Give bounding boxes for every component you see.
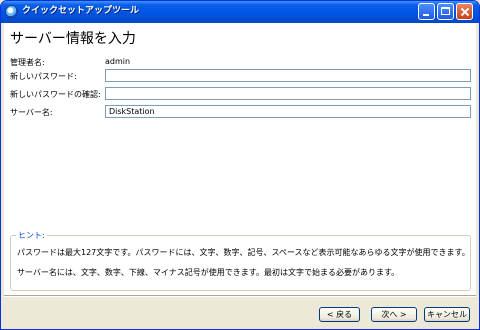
minimize-button[interactable]	[418, 3, 435, 20]
hint-box: ヒント: パスワードは最大127文字です。パスワードには、文字、数字、記号、スペ…	[10, 230, 471, 291]
hint-password-text: パスワードは最大127文字です。パスワードには、文字、数字、記号、スペースなど表…	[17, 248, 470, 257]
admin-label: 管理者名:	[10, 58, 45, 67]
confirm-password-field[interactable]	[105, 87, 471, 100]
new-password-label: 新しいパスワード:	[10, 72, 77, 81]
hint-server-name-text: サーバー名には、文字、数字、下線、マイナス記号が使用できます。最初は文字で始まる…	[17, 268, 400, 277]
admin-value: admin	[105, 57, 131, 66]
cancel-button[interactable]: キャンセル	[424, 307, 470, 322]
footer-divider	[4, 295, 476, 297]
minimize-icon	[423, 14, 429, 16]
new-password-field[interactable]	[105, 69, 471, 82]
maximize-icon	[441, 7, 450, 15]
setup-window: クイックセットアップツール サーバー情報を入力 管理者名: admin 新しいパ…	[0, 0, 480, 330]
back-button[interactable]: < 戻る	[319, 307, 360, 322]
page-title: サーバー情報を入力	[10, 31, 136, 47]
server-name-field[interactable]: DiskStation	[105, 105, 471, 118]
next-button[interactable]: 次へ >	[371, 307, 417, 322]
close-button[interactable]	[456, 3, 473, 20]
server-name-label: サーバー名:	[10, 108, 53, 117]
confirm-password-label: 新しいパスワードの確認:	[10, 90, 101, 99]
maximize-button[interactable]	[437, 3, 454, 20]
content-panel: サーバー情報を入力 管理者名: admin 新しいパスワード: 新しいパスワード…	[4, 23, 476, 295]
title-bar[interactable]: クイックセットアップツール	[1, 1, 479, 23]
window-title: クイックセットアップツール	[22, 6, 140, 16]
app-icon	[5, 5, 18, 18]
hint-title: ヒント:	[16, 230, 47, 241]
